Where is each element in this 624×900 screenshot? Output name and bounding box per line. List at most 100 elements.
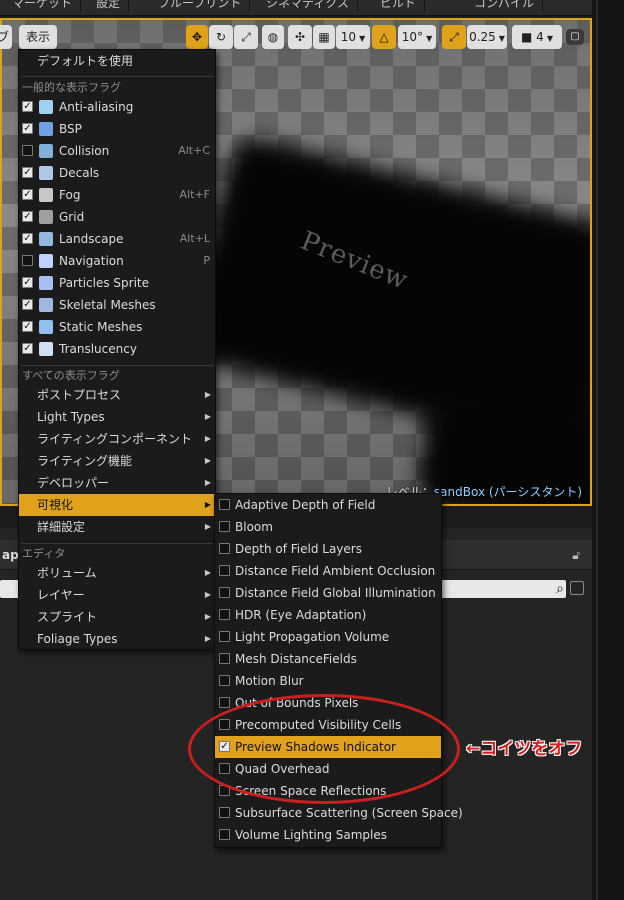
editor-item-0[interactable]: ボリューム ▶ (19, 562, 215, 584)
submenu-item-6[interactable]: 詳細設定 ▶ (19, 516, 215, 538)
camera-speed-button[interactable]: ■ 4 ▼ (512, 25, 562, 49)
show-flag-skeletal-meshes[interactable]: ✓ Skeletal Meshes (19, 294, 215, 316)
menu-item-settings[interactable]: 設定 (88, 0, 130, 12)
visualize-item-distance-field-ambient-occlusion[interactable]: Distance Field Ambient Occlusion (215, 560, 441, 582)
chevron-right-icon: ▶ (204, 456, 211, 465)
show-flag-bsp[interactable]: ✓ BSP (19, 118, 215, 140)
menu-item-marketplace[interactable]: マーケット (4, 0, 82, 12)
surface-snap-icon[interactable]: ✣ (288, 25, 312, 49)
menu-item-label: Skeletal Meshes (59, 298, 156, 312)
visualize-item-volume-lighting-samples[interactable]: Volume Lighting Samples (215, 824, 441, 846)
viewport-mode-button[interactable]: ブ (0, 25, 12, 49)
checkbox[interactable]: ✓ (22, 299, 33, 310)
show-flag-grid[interactable]: ✓ Grid (19, 206, 215, 228)
checkbox[interactable] (219, 587, 230, 598)
annotation-ellipse (188, 694, 460, 804)
checkbox[interactable] (219, 499, 230, 510)
editor-item-3[interactable]: Foliage Types ▶ (19, 628, 215, 650)
checkbox[interactable]: ✓ (22, 343, 33, 354)
menu-item-label: Landscape (59, 232, 124, 246)
menu-item-blueprints[interactable]: ブループリント (150, 0, 251, 12)
submenu-item-5[interactable]: 可視化 ▶ (19, 494, 215, 516)
chevron-down-icon: ▼ (359, 34, 366, 43)
checkbox[interactable] (219, 543, 230, 554)
menu-item-build[interactable]: ビルド (372, 0, 426, 12)
submenu-item-0[interactable]: ポストプロセス ▶ (19, 384, 215, 406)
checkbox[interactable] (219, 829, 230, 840)
menu-item-label: Grid (59, 210, 85, 224)
scale-tool-icon[interactable]: ⤢ (234, 25, 258, 49)
menu-item-label: ライティング機能 (37, 454, 133, 468)
shortcut-label: Alt+F (179, 188, 210, 201)
world-local-icon[interactable]: ◍ (262, 25, 284, 49)
show-flag-anti-aliasing[interactable]: ✓ Anti-aliasing (19, 96, 215, 118)
scale-snap-icon[interactable]: ⤢ (442, 25, 466, 49)
show-flag-landscape[interactable]: ✓ Landscape Alt+L (19, 228, 215, 250)
submenu-item-1[interactable]: Light Types ▶ (19, 406, 215, 428)
checkbox[interactable]: ✓ (22, 167, 33, 178)
show-flag-fog[interactable]: ✓ Fog Alt+F (19, 184, 215, 206)
show-flag-decals[interactable]: ✓ Decals (19, 162, 215, 184)
checkbox[interactable] (219, 653, 230, 664)
rotate-tool-icon[interactable]: ↻ (209, 25, 233, 49)
menu-item-compile[interactable]: コンパイル (466, 0, 544, 12)
visualize-item-adaptive-depth-of-field[interactable]: Adaptive Depth of Field (215, 494, 441, 516)
translate-tool-icon[interactable]: ✥ (186, 25, 208, 49)
menu-item-label: Translucency (59, 342, 137, 356)
editor-item-2[interactable]: スプライト ▶ (19, 606, 215, 628)
fog-icon (39, 188, 53, 202)
rotation-snap-icon[interactable]: △ (372, 25, 396, 49)
visualize-item-bloom[interactable]: Bloom (215, 516, 441, 538)
chevron-down-icon: ▼ (546, 34, 553, 43)
checkbox[interactable] (219, 565, 230, 576)
landscape-icon (39, 232, 53, 246)
checkbox[interactable]: ✓ (22, 189, 33, 200)
menu-item-label: Adaptive Depth of Field (235, 498, 376, 512)
grid-snap-icon[interactable]: ▦ (313, 25, 335, 49)
checkbox[interactable]: ✓ (22, 101, 33, 112)
grid-snap-value[interactable]: 10 ▼ (336, 25, 370, 49)
visualize-item-mesh-distancefields[interactable]: Mesh DistanceFields (215, 648, 441, 670)
checkbox[interactable]: ✓ (22, 321, 33, 332)
checkbox[interactable] (219, 609, 230, 620)
visualize-item-subsurface-scattering-screen-space-[interactable]: Subsurface Scattering (Screen Space) (215, 802, 463, 824)
checkbox[interactable] (219, 807, 230, 818)
show-flag-translucency[interactable]: ✓ Translucency (19, 338, 215, 360)
checkbox[interactable] (219, 675, 230, 686)
checkbox[interactable] (219, 697, 230, 708)
checkbox[interactable] (22, 255, 33, 266)
submenu-item-2[interactable]: ライティングコンポーネント ▶ (19, 428, 215, 450)
save-icon[interactable] (570, 581, 584, 595)
maximize-viewport-icon[interactable]: ▢ (566, 29, 584, 45)
visualize-item-depth-of-field-layers[interactable]: Depth of Field Layers (215, 538, 441, 560)
checkbox[interactable]: ✓ (22, 123, 33, 134)
rotation-snap-value[interactable]: 10° ▼ (398, 25, 436, 49)
scale-snap-value[interactable]: 0.25 ▼ (467, 25, 507, 49)
checkbox[interactable]: ✓ (22, 211, 33, 222)
lock-icon[interactable]: 🔓︎ (572, 548, 580, 563)
search-icon[interactable]: ⌕ (556, 580, 564, 598)
show-flag-static-meshes[interactable]: ✓ Static Meshes (19, 316, 215, 338)
visualize-item-light-propagation-volume[interactable]: Light Propagation Volume (215, 626, 441, 648)
submenu-item-4[interactable]: デベロッパー ▶ (19, 472, 215, 494)
show-flag-particles-sprite[interactable]: ✓ Particles Sprite (19, 272, 215, 294)
menu-item-label: Subsurface Scattering (Screen Space) (235, 806, 463, 820)
right-frame (592, 0, 624, 900)
particles-icon (39, 276, 53, 290)
show-flag-navigation[interactable]: Navigation P (19, 250, 215, 272)
submenu-item-3[interactable]: ライティング機能 ▶ (19, 450, 215, 472)
visualize-item-motion-blur[interactable]: Motion Blur (215, 670, 441, 692)
checkbox[interactable]: ✓ (22, 277, 33, 288)
checkbox[interactable] (219, 631, 230, 642)
visualize-item-hdr-eye-adaptation-[interactable]: HDR (Eye Adaptation) (215, 604, 441, 626)
use-defaults-item[interactable]: デフォルトを使用 (19, 50, 215, 72)
show-flag-collision[interactable]: Collision Alt+C (19, 140, 215, 162)
checkbox[interactable] (219, 521, 230, 532)
show-menu-button[interactable]: 表示 (19, 25, 57, 49)
editor-item-1[interactable]: レイヤー ▶ (19, 584, 215, 606)
checkbox[interactable]: ✓ (22, 233, 33, 244)
checkbox[interactable] (22, 145, 33, 156)
menu-item-cinematics[interactable]: シネマティクス (258, 0, 358, 12)
menu-item-label: Particles Sprite (59, 276, 149, 290)
visualize-item-distance-field-global-illumination[interactable]: Distance Field Global Illumination (215, 582, 441, 604)
